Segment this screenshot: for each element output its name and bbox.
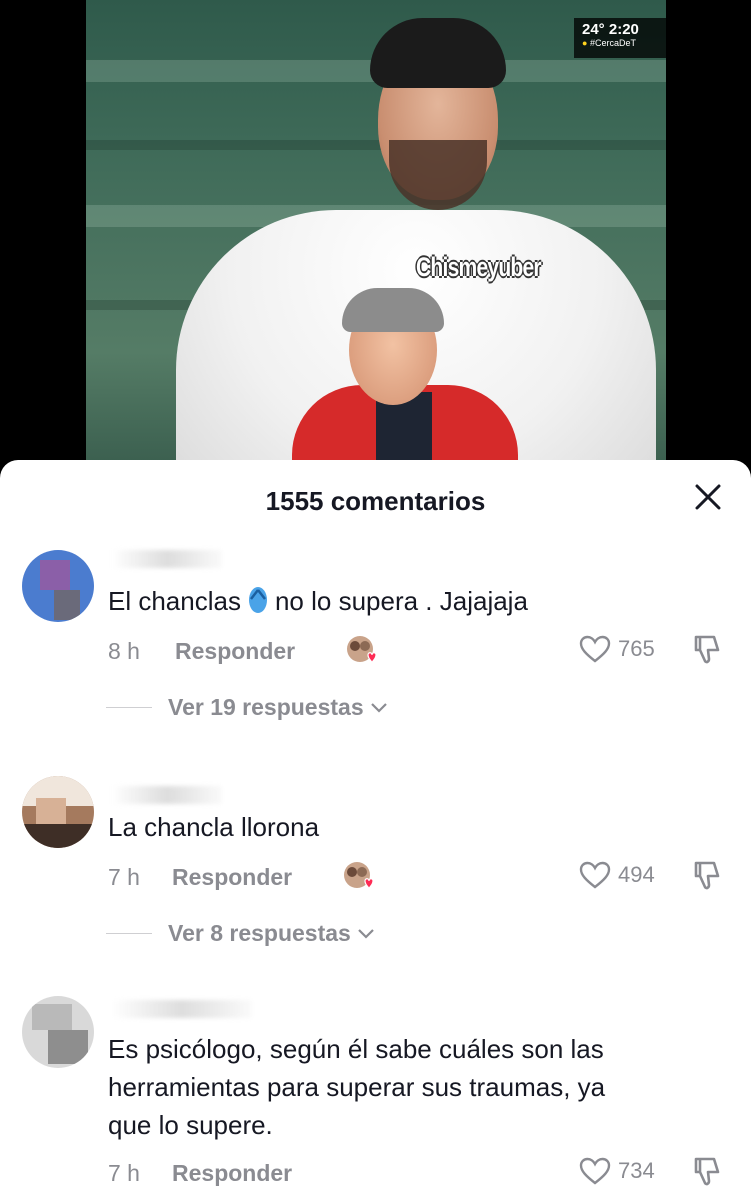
reply-button[interactable]: Responder: [172, 1160, 292, 1187]
username-blurred: [112, 786, 222, 804]
comment-item: El chanclas no lo supera . Jajajaja 8 h R…: [0, 538, 751, 728]
comment-text: Es psicólogo, según él sabe cuáles son l…: [108, 1034, 606, 1140]
heart-icon: [579, 1157, 611, 1185]
heart-icon: [579, 635, 611, 663]
creator-liked-badge: [345, 634, 379, 668]
video-watermark: Chismeyuber: [416, 252, 542, 282]
comments-sheet: 1555 comentarios El chanclas no lo supera…: [0, 460, 751, 1200]
comment-text: El chanclas no lo supera . Jajajaja: [108, 582, 708, 624]
view-replies-label: Ver 19 respuestas: [168, 694, 364, 720]
broadcast-overlay: 24° 2:20 ● #CercaDeT: [574, 18, 666, 58]
reply-button[interactable]: Responder: [175, 638, 295, 665]
inset-person-hair: [342, 288, 444, 332]
like-button[interactable]: 734: [578, 1154, 655, 1188]
broadcast-tag: ● #CercaDeT: [582, 38, 636, 48]
view-replies-label: Ver 8 respuestas: [168, 920, 351, 946]
comment-time: 7 h: [108, 864, 140, 890]
username-blurred: [112, 1000, 252, 1018]
like-count: 494: [618, 862, 655, 887]
dislike-icon[interactable]: [690, 858, 724, 892]
avatar[interactable]: [22, 550, 94, 622]
presenter-beard: [389, 140, 487, 210]
like-count: 734: [618, 1158, 655, 1183]
broadcast-time: 24° 2:20: [582, 21, 639, 38]
comment-item: La chancla llorona 7 h Responder 494 Ver…: [0, 764, 751, 954]
dislike-icon[interactable]: [690, 1154, 724, 1188]
view-replies-button[interactable]: Ver 8 respuestas: [106, 920, 375, 947]
background-stripe: [86, 140, 666, 150]
comment-text: La chancla llorona: [108, 812, 320, 842]
presenter-hair: [370, 18, 506, 88]
like-button[interactable]: 765: [578, 632, 655, 666]
comment-time: 7 h: [108, 1160, 140, 1186]
reply-button[interactable]: Responder: [172, 864, 292, 891]
replies-divider: [106, 933, 152, 934]
like-count: 765: [618, 636, 655, 661]
like-button[interactable]: 494: [578, 858, 655, 892]
heart-icon: [579, 861, 611, 889]
chevron-down-icon: [358, 928, 374, 939]
chevron-down-icon: [370, 702, 387, 713]
creator-liked-badge: [342, 860, 376, 894]
dislike-icon[interactable]: [690, 632, 724, 666]
close-icon[interactable]: [693, 482, 723, 512]
comments-count-title: 1555 comentarios: [265, 486, 486, 516]
flip-flop-icon: [245, 584, 271, 624]
comment-time: 8 h: [108, 638, 140, 664]
username-blurred: [112, 550, 222, 568]
avatar[interactable]: [22, 776, 94, 848]
video-player[interactable]: Chismeyuber 24° 2:20 ● #CercaDeT: [86, 0, 666, 470]
view-replies-button[interactable]: Ver 19 respuestas: [106, 694, 388, 721]
avatar[interactable]: [22, 996, 94, 1068]
replies-divider: [106, 707, 152, 708]
comment-item: Es psicólogo, según él sabe cuáles son l…: [0, 992, 751, 1200]
